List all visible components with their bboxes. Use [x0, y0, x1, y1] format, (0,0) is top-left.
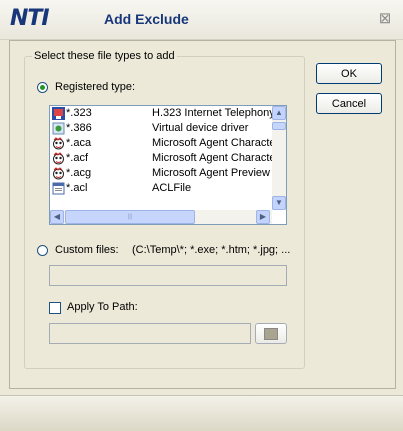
vertical-scrollbar[interactable]: ▲ ▼: [272, 106, 286, 210]
list-item[interactable]: *.323 H.323 Internet Telephony: [50, 106, 274, 121]
file-description: ACLFile: [152, 182, 192, 194]
vertical-scroll-thumb[interactable]: [272, 122, 286, 130]
file-extension: *.323: [66, 107, 92, 119]
file-extension: *.acg: [66, 167, 92, 179]
agent-character-icon: [53, 152, 64, 165]
scroll-down-icon[interactable]: ▼: [272, 196, 286, 210]
custom-files-hint: (C:\Temp\*; *.exe; *.htm; *.jpg; ...: [132, 244, 291, 256]
file-description: Microsoft Agent Character: [152, 152, 272, 164]
file-extension: *.acf: [66, 152, 89, 164]
agent-character-icon: [53, 167, 64, 180]
browse-icon: [264, 328, 278, 340]
custom-files-radio[interactable]: [37, 245, 48, 256]
dialog-footer: [0, 395, 403, 431]
file-extension: *.386: [66, 122, 92, 134]
file-description: Microsoft Agent Character: [152, 137, 272, 149]
list-item[interactable]: *.acf Microsoft Agent Character: [50, 151, 274, 166]
horizontal-scrollbar[interactable]: ◀ ||| ▶: [50, 210, 272, 224]
ok-button[interactable]: OK: [316, 63, 382, 84]
list-item[interactable]: *.acl ACLFile: [50, 181, 274, 196]
agent-character-icon: [53, 137, 64, 150]
file-description: Microsoft Agent Preview: [152, 167, 270, 179]
group-label: Select these file types to add: [32, 50, 177, 62]
cancel-button[interactable]: Cancel: [316, 93, 382, 114]
registered-type-list[interactable]: *.323 H.323 Internet Telephony *.386 Vir…: [49, 105, 287, 225]
path-input[interactable]: [49, 323, 251, 344]
apply-to-path-label: Apply To Path:: [67, 301, 138, 313]
scroll-left-icon[interactable]: ◀: [50, 210, 64, 224]
file-description: Virtual device driver: [152, 122, 249, 134]
nti-logo: NTI: [10, 6, 50, 31]
list-item[interactable]: *.386 Virtual device driver: [50, 121, 274, 136]
apply-to-path-checkbox[interactable]: [49, 302, 61, 314]
horizontal-scroll-thumb[interactable]: |||: [65, 210, 195, 224]
netmeeting-icon: [52, 107, 65, 120]
registered-type-label: Registered type:: [55, 81, 136, 93]
custom-files-input[interactable]: [49, 265, 287, 286]
list-item[interactable]: *.acg Microsoft Agent Preview: [50, 166, 274, 181]
file-extension: *.aca: [66, 137, 92, 149]
virtual-device-icon: [52, 122, 65, 135]
radio-selected-dot: [40, 85, 45, 90]
add-exclude-dialog: NTI Add Exclude ⊠ Select these file type…: [0, 0, 403, 431]
close-icon[interactable]: ⊠: [377, 11, 393, 27]
custom-files-label: Custom files:: [55, 244, 119, 256]
registered-type-radio[interactable]: [37, 82, 48, 93]
browse-button[interactable]: [255, 323, 287, 344]
scroll-right-icon[interactable]: ▶: [256, 210, 270, 224]
aclfile-icon: [52, 182, 65, 195]
scroll-up-icon[interactable]: ▲: [272, 106, 286, 120]
file-description: H.323 Internet Telephony: [152, 107, 272, 119]
dialog-title: Add Exclude: [104, 11, 189, 27]
file-extension: *.acl: [66, 182, 88, 194]
list-item[interactable]: *.aca Microsoft Agent Character: [50, 136, 274, 151]
title-bar: NTI Add Exclude ⊠: [0, 0, 403, 40]
